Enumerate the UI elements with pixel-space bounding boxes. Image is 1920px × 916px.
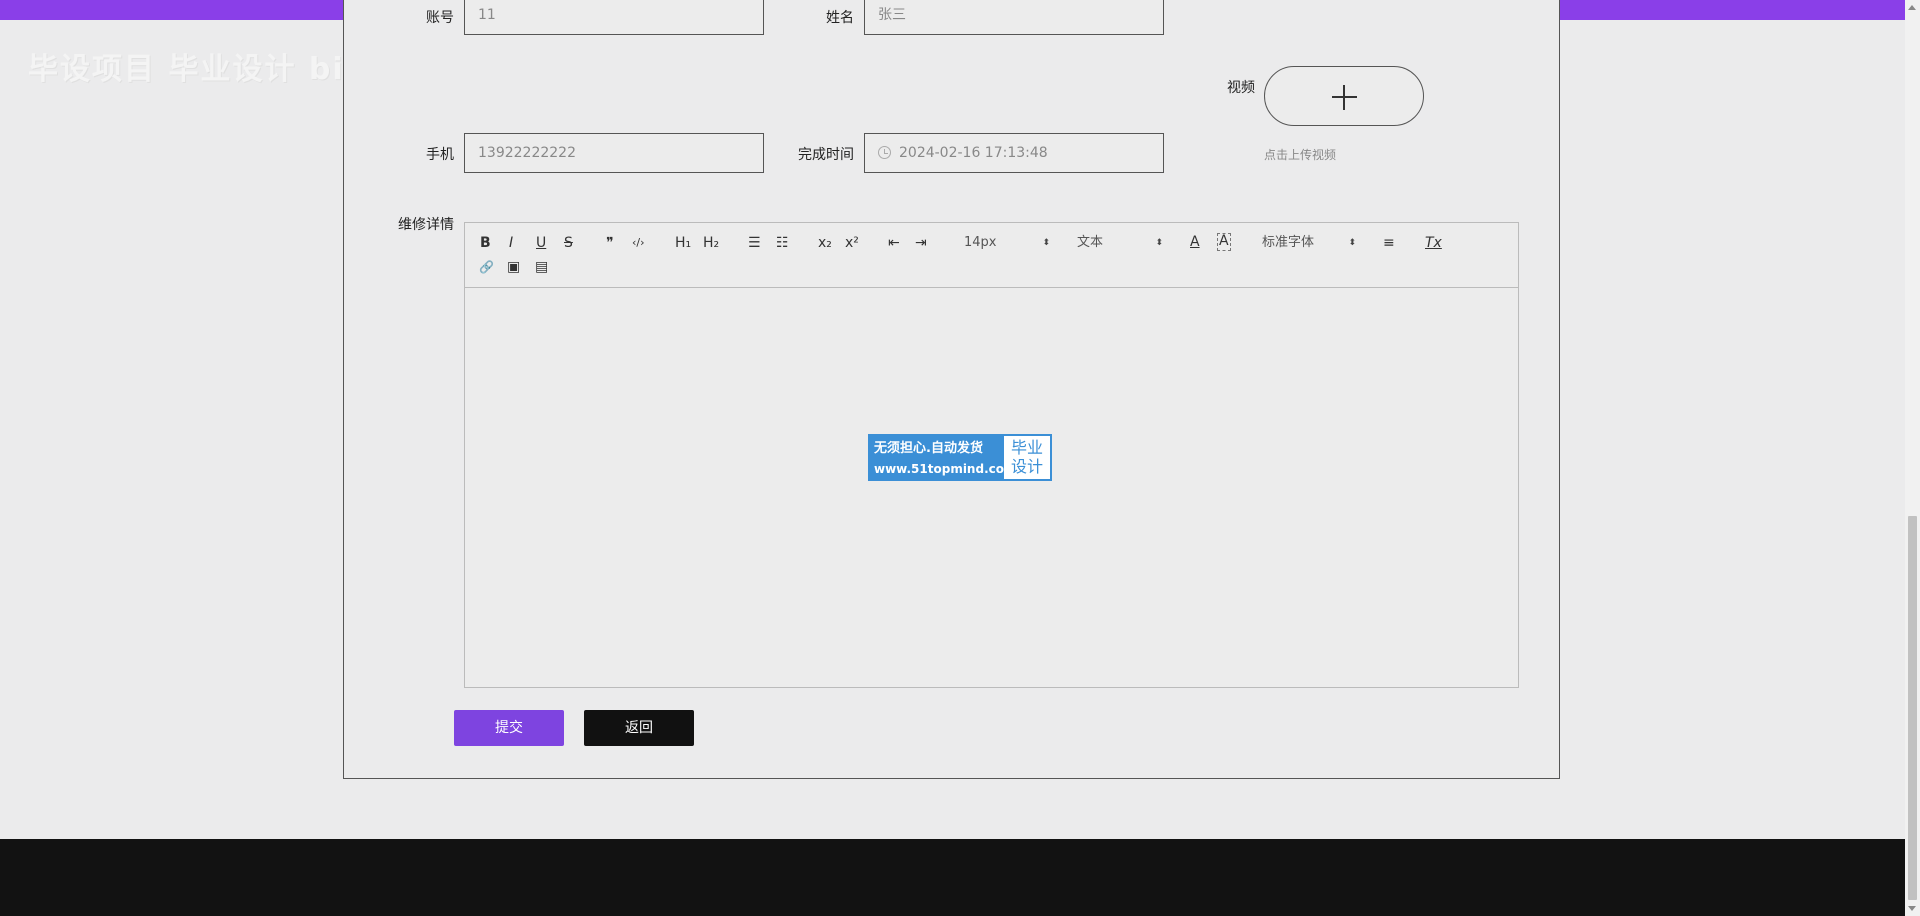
ordered-list-icon[interactable]: ☰ xyxy=(748,234,761,252)
image-icon[interactable]: ▣ xyxy=(507,258,520,276)
h2-button[interactable]: H₂ xyxy=(703,234,719,252)
complete-time-label: 完成时间 xyxy=(798,147,854,163)
upload-hint: 点击上传视频 xyxy=(1264,148,1337,162)
link-icon[interactable]: 🔗 xyxy=(479,258,494,276)
stamp-side: 毕业 设计 xyxy=(1004,436,1050,479)
scroll-down-icon[interactable] xyxy=(1908,906,1916,911)
font-family-select[interactable]: 标准字体 ⬍ xyxy=(1262,234,1356,252)
h1-button[interactable]: H₁ xyxy=(675,234,691,252)
outdent-icon[interactable]: ⇤ xyxy=(888,234,900,252)
submit-button[interactable]: 提交 xyxy=(454,710,564,746)
scroll-up-icon[interactable] xyxy=(1908,5,1916,10)
bullet-list-icon[interactable]: ☷ xyxy=(776,234,789,252)
subscript-button[interactable]: x₂ xyxy=(818,234,832,252)
strike-button[interactable]: S xyxy=(564,234,573,252)
header-select[interactable]: 文本 ⬍ xyxy=(1077,234,1163,252)
video-label: 视频 xyxy=(1227,80,1255,96)
clean-format-icon[interactable]: Tx xyxy=(1425,234,1442,252)
font-size-select[interactable]: 14px ⬍ xyxy=(964,234,1050,252)
bold-button[interactable]: B xyxy=(480,234,491,252)
select-caret-icon: ⬍ xyxy=(1348,238,1356,248)
font-color-icon[interactable]: A xyxy=(1190,233,1200,251)
footer xyxy=(0,839,1905,916)
blockquote-button[interactable]: ❞ xyxy=(606,234,614,252)
phone-label: 手机 xyxy=(426,147,454,163)
account-label: 账号 xyxy=(426,10,454,26)
italic-button[interactable]: I xyxy=(509,234,513,252)
video-icon[interactable]: ▤ xyxy=(535,258,548,276)
vertical-scrollbar[interactable] xyxy=(1905,0,1920,916)
editor-content-area[interactable] xyxy=(465,288,1518,687)
phone-field[interactable]: 13922222222 xyxy=(464,133,764,173)
select-caret-icon: ⬍ xyxy=(1155,238,1163,248)
video-upload-button[interactable] xyxy=(1264,66,1424,126)
stamp-line1: 无须担心.自动发货 xyxy=(874,441,983,456)
back-button[interactable]: 返回 xyxy=(584,710,694,746)
align-icon[interactable]: ≡ xyxy=(1383,234,1395,252)
account-field[interactable]: 11 xyxy=(464,0,764,35)
complete-time-field[interactable]: 2024-02-16 17:13:48 xyxy=(864,133,1164,173)
stamp-line2: www.51topmind.com xyxy=(874,462,1017,476)
name-field[interactable]: 张三 xyxy=(864,0,1164,35)
select-caret-icon: ⬍ xyxy=(1042,238,1050,248)
indent-icon[interactable]: ⇥ xyxy=(915,234,927,252)
detail-label: 维修详情 xyxy=(398,217,454,233)
scroll-thumb[interactable] xyxy=(1908,516,1917,900)
name-label: 姓名 xyxy=(826,10,854,26)
code-block-button[interactable]: ‹/› xyxy=(632,234,645,252)
background-color-icon[interactable]: A xyxy=(1217,233,1231,251)
clock-icon xyxy=(878,146,891,159)
superscript-button[interactable]: x² xyxy=(845,234,859,252)
watermark-stamp: 无须担心.自动发货 www.51topmind.com 毕业 设计 xyxy=(868,434,1052,481)
editor-toolbar: B I U S ❞ ‹/› H₁ H₂ ☰ ☷ x₂ x² ⇤ ⇥ 14px ⬍ … xyxy=(465,223,1518,288)
underline-button[interactable]: U xyxy=(536,234,546,252)
